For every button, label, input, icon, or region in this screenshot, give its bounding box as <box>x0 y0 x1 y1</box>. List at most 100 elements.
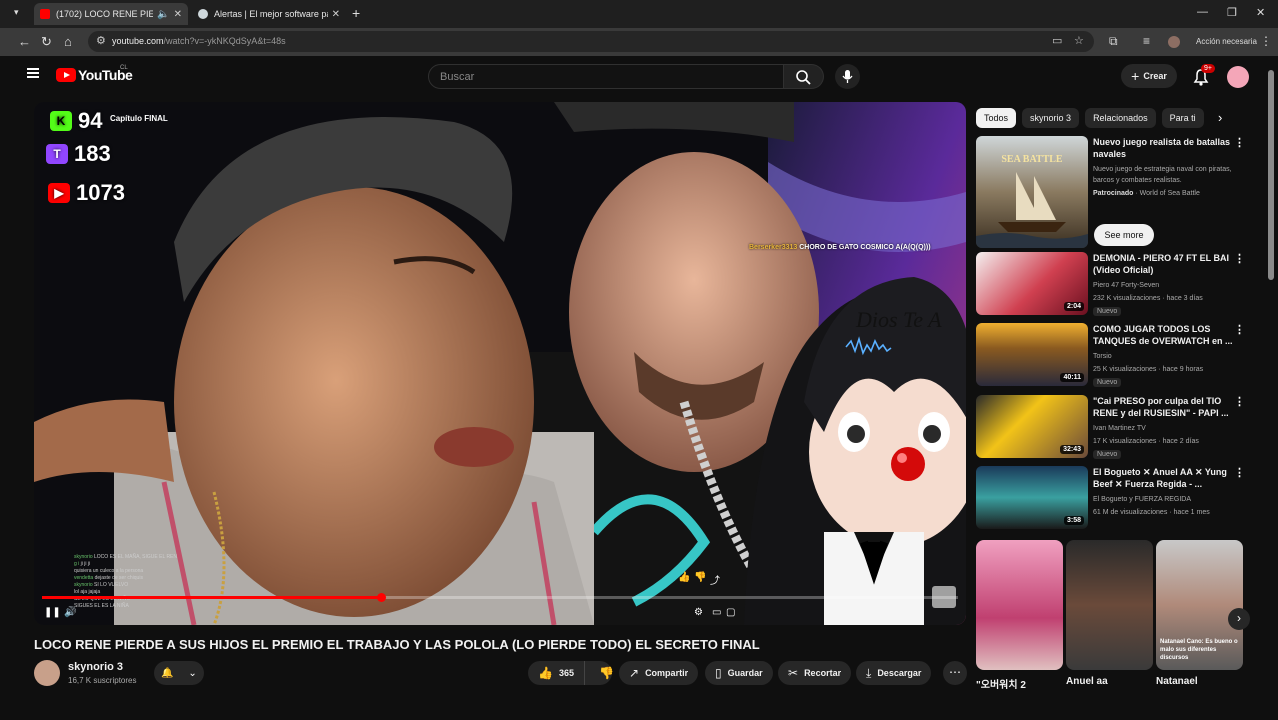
bookmark-star-icon[interactable]: ☆ <box>1074 34 1084 47</box>
video-thumbnail[interactable]: 3:58 <box>976 466 1088 529</box>
ad-thumbnail[interactable]: SEA BATTLE <box>976 136 1088 248</box>
theater-mode-icon[interactable]: ▢ <box>726 607 735 618</box>
video-title[interactable]: DEMONIA - PIERO 47 FT EL BAI (Video Ofic… <box>1093 252 1233 276</box>
volume-icon[interactable]: 🔊 <box>64 607 76 618</box>
see-more-button[interactable]: See more <box>1094 224 1154 246</box>
pause-icon[interactable]: ❚❚ <box>44 607 61 618</box>
short-title[interactable]: "오버워치 2 <box>976 676 1026 691</box>
tab-title: (1702) LOCO RENE PIERDI <box>56 9 154 19</box>
youtube-logo-icon[interactable] <box>56 68 76 82</box>
short-title[interactable]: Anuel aa <box>1066 676 1108 687</box>
video-title[interactable]: "Cai PRESO por culpa del TIO RENE y del … <box>1093 395 1233 419</box>
short-title[interactable]: Natanael <box>1156 676 1198 687</box>
extensions-icon[interactable]: ⧉ <box>1109 34 1118 49</box>
save-button[interactable]: ▯ Guardar <box>705 661 773 685</box>
search-button[interactable] <box>784 64 824 89</box>
profile-icon[interactable] <box>1168 36 1180 48</box>
like-overlay-icon[interactable]: 👍 <box>678 572 690 583</box>
site-info-icon[interactable]: ⚙ <box>96 34 106 47</box>
kick-viewers: 94 <box>78 108 103 133</box>
media-control-icon[interactable]: ≡ <box>1143 34 1150 48</box>
settings-icon[interactable]: ⚙ <box>694 607 703 618</box>
list-item[interactable]: 32:43 "Cai PRESO por culpa del TIO RENE … <box>976 395 1252 461</box>
channel-name[interactable]: skynorio 3 <box>68 661 123 673</box>
chat-message: CHORO DE GATO COSMICO A(A(Q(Q))) <box>799 244 931 251</box>
dislike-button[interactable]: 👎 <box>591 666 622 680</box>
tab-alertas[interactable]: Alertas | El mejor software para ✕ <box>192 3 346 25</box>
video-meta: 61 M de visualizaciones · hace 1 mes <box>1093 509 1210 516</box>
notification-badge: 9+ <box>1201 64 1215 73</box>
chip-todos[interactable]: Todos <box>976 108 1017 128</box>
kebab-menu-icon[interactable]: ⋮ <box>1234 466 1245 479</box>
back-icon[interactable]: ← <box>18 34 31 49</box>
video-thumbnail[interactable]: 2:04 <box>976 252 1088 315</box>
kebab-menu-icon[interactable]: ⋮ <box>1234 252 1245 265</box>
home-icon[interactable]: ⌂ <box>64 34 72 49</box>
restore-icon[interactable]: ❐ <box>1227 6 1237 19</box>
list-item[interactable]: 40:11 COMO JUGAR TODOS LOS TANQUES de OV… <box>976 323 1252 389</box>
kebab-menu-icon[interactable]: ⋮ <box>1234 136 1245 149</box>
sponsored-ad[interactable]: SEA BATTLE Nuevo juego realista de batal… <box>976 136 1252 248</box>
chip-for-you[interactable]: Para ti <box>1161 108 1204 128</box>
chevron-right-icon[interactable]: › <box>1218 110 1222 125</box>
channel-name[interactable]: Piero 47 Forty-Seven <box>1093 280 1243 291</box>
minimize-icon[interactable]: — <box>1197 6 1208 18</box>
ad-sponsor-line: Patrocinado · World of Sea Battle <box>1093 188 1243 199</box>
menu-hamburger-icon[interactable] <box>27 68 39 78</box>
thumbs-up-icon: 👍 <box>538 666 553 680</box>
video-title[interactable]: El Bogueto ✕ Anuel AA ✕ Yung Beef ✕ Fuer… <box>1093 466 1233 490</box>
clip-button[interactable]: ✂ Recortar <box>778 661 852 685</box>
download-button[interactable]: ⤓ Descargar <box>856 661 932 685</box>
page-scrollbar[interactable] <box>1268 70 1274 280</box>
reload-icon[interactable]: ↻ <box>41 34 52 50</box>
share-overlay-icon[interactable]: ⤴ <box>710 572 720 587</box>
like-button[interactable]: 👍 365 <box>528 661 585 685</box>
chat-line: SIGUES EL ES LA NIÑA <box>74 603 129 609</box>
kebab-menu-icon[interactable]: ⋮ <box>1234 323 1245 336</box>
chip-channel[interactable]: skynorio 3 <box>1022 108 1080 128</box>
channel-name[interactable]: Ivan Martinez TV <box>1093 423 1243 434</box>
short-thumbnail[interactable] <box>1066 540 1153 670</box>
bell-icon: 🔔 <box>161 667 174 679</box>
close-tab-icon[interactable]: ✕ <box>332 9 340 20</box>
voice-search-button[interactable] <box>835 64 860 89</box>
new-tab-button[interactable]: + <box>352 5 360 21</box>
list-item[interactable]: 2:04 DEMONIA - PIERO 47 FT EL BAI (Video… <box>976 252 1252 318</box>
share-icon: ↗ <box>629 666 640 680</box>
account-avatar[interactable] <box>1227 66 1249 88</box>
cast-icon[interactable]: ▭ <box>1052 34 1062 47</box>
action-needed-label[interactable]: Acción necesaria <box>1196 37 1257 46</box>
close-tab-icon[interactable]: ✕ <box>174 9 182 20</box>
scrubber-handle[interactable] <box>376 593 386 602</box>
channel-name[interactable]: El Bogueto y FUERZA REGIDA <box>1093 494 1243 505</box>
ad-title[interactable]: Nuevo juego realista de batallas navales <box>1093 136 1233 160</box>
omnibox[interactable]: ⚙ youtube.com/watch?v=-ykNKQdSyA&t=48s ▭… <box>88 31 1094 52</box>
browser-menu-icon[interactable]: ⋮ <box>1260 34 1272 48</box>
video-thumbnail[interactable]: 40:11 <box>976 323 1088 386</box>
subscription-bell-button[interactable]: 🔔 ⌄ <box>154 661 204 685</box>
miniplayer-icon[interactable]: ▭ <box>712 607 721 618</box>
list-item[interactable]: 3:58 El Bogueto ✕ Anuel AA ✕ Yung Beef ✕… <box>976 466 1252 532</box>
short-thumbnail[interactable] <box>976 540 1063 670</box>
tab-youtube[interactable]: (1702) LOCO RENE PIERDI 🔈 ✕ <box>34 3 188 25</box>
chip-related[interactable]: Relacionados <box>1085 108 1156 128</box>
video-title[interactable]: COMO JUGAR TODOS LOS TANQUES de OVERWATC… <box>1093 323 1233 347</box>
chapter-label: Capítulo FINAL <box>110 114 168 123</box>
dislike-overlay-icon[interactable]: 👎 <box>694 572 706 583</box>
shorts-next-button[interactable]: › <box>1228 608 1250 630</box>
channel-avatar[interactable] <box>34 660 60 686</box>
create-button[interactable]: + Crear <box>1121 64 1177 88</box>
kebab-menu-icon[interactable]: ⋮ <box>1234 395 1245 408</box>
channel-name[interactable]: Torsio <box>1093 351 1243 362</box>
share-button[interactable]: ↗ Compartir <box>619 661 699 685</box>
video-progress-bar[interactable] <box>42 593 958 602</box>
tab-search-icon[interactable]: ▾ <box>14 7 19 18</box>
youtube-stat: ▶ 1073 <box>48 180 125 206</box>
search-input[interactable]: Buscar <box>428 64 784 89</box>
close-window-icon[interactable]: ✕ <box>1256 6 1265 19</box>
chat-line: g i ji ji ji <box>74 561 91 567</box>
more-actions-button[interactable]: ⋯ <box>943 661 967 685</box>
video-thumbnail[interactable]: 32:43 <box>976 395 1088 458</box>
short-thumbnail[interactable]: Natanael Cano: Es bueno o malo sus difer… <box>1156 540 1243 670</box>
video-player[interactable]: K 94 Capítulo FINAL T 183 ▶ 1073 Berserk… <box>34 102 966 625</box>
